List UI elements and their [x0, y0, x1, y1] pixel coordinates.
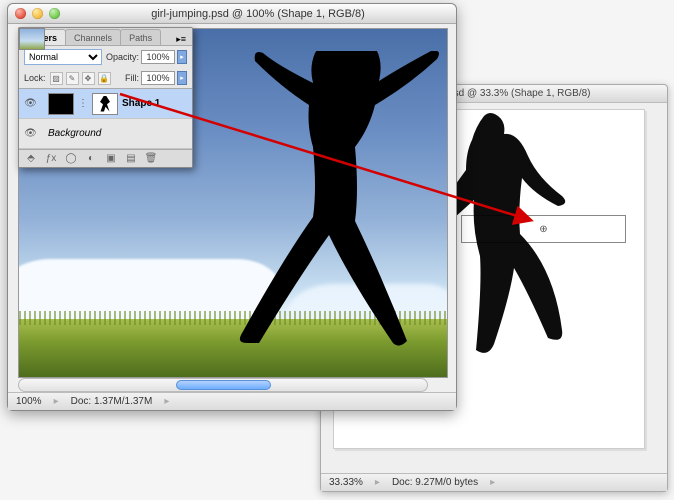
delete-layer-icon[interactable]: 🗑 [144, 153, 158, 164]
lock-paint-icon[interactable]: ✎ [66, 72, 79, 85]
window-controls [15, 8, 60, 19]
document-size: Doc: 9.27M/0 bytes [392, 477, 478, 488]
fill-value[interactable]: 100% [141, 71, 175, 85]
link-layers-icon[interactable]: ⬘ [24, 153, 38, 164]
layers-panel[interactable]: Layers Channels Paths ▸≡ Normal Opacity:… [18, 27, 193, 168]
panel-menu-icon[interactable]: ▸≡ [170, 34, 192, 45]
opacity-label: Opacity: [106, 52, 139, 62]
layer-thumbnail[interactable] [19, 28, 45, 50]
lock-transparency-icon[interactable]: ▨ [50, 72, 63, 85]
fill-stepper[interactable]: ▸ [177, 71, 187, 85]
shape-silhouette [219, 51, 448, 378]
lock-label: Lock: [24, 73, 46, 83]
visibility-toggle-icon[interactable]: 👁 [23, 126, 38, 141]
layer-name[interactable]: Shape 1 [122, 98, 160, 109]
layer-mask-icon[interactable]: ◯ [64, 153, 78, 164]
layer-fill-thumbnail[interactable] [48, 93, 74, 115]
zoom-level[interactable]: 100% [16, 396, 42, 407]
minimize-button[interactable] [32, 8, 43, 19]
document-size: Doc: 1.37M/1.37M [71, 396, 153, 407]
visibility-toggle-icon[interactable]: 👁 [23, 96, 38, 111]
status-bar: 33.33% ▸ Doc: 9.27M/0 bytes ▸ [321, 473, 667, 491]
adjustment-layer-icon[interactable]: ◐ [84, 153, 98, 164]
panel-footer: ⬘ ƒx ◯ ◐ ▣ ▤ 🗑 [19, 149, 192, 167]
blend-mode-select[interactable]: Normal [24, 49, 102, 65]
status-bar: 100% ▸ Doc: 1.37M/1.37M ▸ [8, 392, 456, 410]
vector-mask-thumbnail[interactable] [92, 93, 118, 115]
layer-row-shape[interactable]: 👁 ⋮ Shape 1 [19, 89, 192, 119]
lock-all-icon[interactable]: 🔒 [98, 72, 111, 85]
opacity-value[interactable]: 100% [141, 50, 175, 64]
zoom-button[interactable] [49, 8, 60, 19]
scrollbar-thumb[interactable] [176, 380, 271, 390]
tab-channels[interactable]: Channels [65, 29, 121, 45]
opacity-stepper[interactable]: ▸ [177, 50, 187, 64]
layer-style-icon[interactable]: ƒx [44, 153, 58, 164]
lock-buttons: ▨ ✎ ✥ 🔒 [50, 72, 111, 85]
window-title: girl-jumping.psd @ 100% (Shape 1, RGB/8) [60, 8, 456, 20]
fill-label: Fill: [125, 73, 139, 83]
layer-name[interactable]: Background [48, 128, 101, 139]
lock-position-icon[interactable]: ✥ [82, 72, 95, 85]
layer-row-background[interactable]: 👁 Background [19, 119, 192, 149]
horizontal-scrollbar[interactable] [18, 378, 428, 392]
new-group-icon[interactable]: ▣ [104, 153, 118, 164]
new-layer-icon[interactable]: ▤ [124, 153, 138, 164]
tab-paths[interactable]: Paths [120, 29, 161, 45]
close-button[interactable] [15, 8, 26, 19]
zoom-level[interactable]: 33.33% [329, 477, 363, 488]
vector-mask-link-icon[interactable]: ⋮ [78, 98, 88, 109]
window-titlebar[interactable]: girl-jumping.psd @ 100% (Shape 1, RGB/8) [8, 4, 456, 24]
